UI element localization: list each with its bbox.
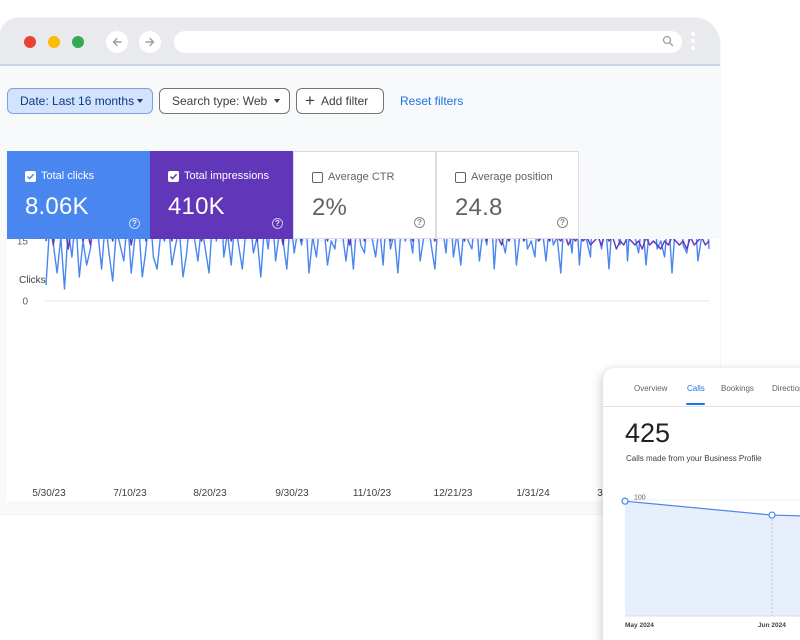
x-tick-label: 12/21/23 [434,488,473,499]
x-tick-label: 7/10/23 [113,488,147,499]
chevron-down-icon [137,99,143,103]
y-tick-label: 100 [634,495,646,502]
search-icon[interactable] [662,35,674,47]
date-filter-label: Date: Last 16 months [20,94,135,108]
tab-calls[interactable]: Calls [687,384,705,393]
maximize-window-dot[interactable] [72,36,84,48]
date-filter-chip[interactable]: Date: Last 16 months [7,88,153,114]
search-type-label: Search type: Web [172,94,268,108]
metric-label: Average position [471,171,553,183]
data-point[interactable] [621,497,629,505]
help-icon[interactable]: ? [557,217,568,228]
forward-button[interactable] [139,31,161,53]
metric-label: Total clicks [41,170,95,182]
checkbox-unchecked-icon[interactable] [455,172,466,183]
x-tick-label: 9/30/23 [275,488,309,499]
browser-menu-icon[interactable] [690,30,696,54]
arrow-left-icon [112,37,122,47]
plus-icon: + [305,91,315,110]
address-bar[interactable] [174,31,682,53]
metric-label: Average CTR [328,171,395,183]
calls-chart[interactable]: 100755025 May 2024Jun 2024 [603,490,800,640]
add-filter-label: Add filter [320,94,369,108]
chevron-down-icon [274,99,280,103]
metric-card-average-position[interactable]: Average position 24.8 ? [436,151,579,239]
metric-value: 24.8 [455,194,503,221]
reset-filters-link[interactable]: Reset filters [400,94,463,108]
tab-directions[interactable]: Directions [772,384,800,393]
checkbox-checked-icon[interactable] [25,171,36,182]
tabs-divider [603,406,800,407]
x-tick-label: 8/20/23 [193,488,227,499]
tab-bookings[interactable]: Bookings [721,384,754,393]
metric-value: 8.06K [25,193,89,220]
metric-value: 2% [312,194,348,221]
metric-label: Total impressions [184,170,269,182]
minimize-window-dot[interactable] [48,36,60,48]
metric-value: 410K [168,193,225,220]
checkbox-checked-icon[interactable] [168,171,179,182]
calls-subtitle: Calls made from your Business Profile [626,454,762,463]
checkbox-unchecked-icon[interactable] [312,172,323,183]
business-profile-card: Overview Calls Bookings Directions 425 C… [603,368,800,640]
help-icon[interactable]: ? [272,218,283,229]
metric-card-total-clicks[interactable]: Total clicks 8.06K ? [7,151,150,239]
y-tick-label: 15 [17,239,29,248]
browser-titlebar [0,18,720,64]
back-button[interactable] [106,31,128,53]
calls-area-fill [625,501,800,616]
y-tick-label: 0 [22,297,28,308]
x-tick-label: 11/10/23 [353,488,392,499]
help-icon[interactable]: ? [414,217,425,228]
y-axis-label: Clicks [19,275,46,286]
x-tick-label: 5/30/23 [32,488,66,499]
x-tick-label: May 2024 [625,622,654,629]
close-window-dot[interactable] [24,36,36,48]
business-profile-tabs: Overview Calls Bookings Directions [603,384,800,406]
add-filter-button[interactable]: + Add filter [296,88,384,114]
help-icon[interactable]: ? [129,218,140,229]
metric-card-total-impressions[interactable]: Total impressions 410K ? [150,151,293,239]
x-tick-label: Jun 2024 [758,622,786,629]
search-type-chip[interactable]: Search type: Web [159,88,290,114]
header-divider [0,64,720,66]
calls-count: 425 [625,418,671,448]
arrow-right-icon [145,37,155,47]
tab-overview[interactable]: Overview [634,384,667,393]
active-tab-indicator [686,403,705,405]
x-tick-label: 1/31/24 [516,488,550,499]
data-point[interactable] [768,511,776,519]
clicks-series-line [45,168,710,290]
metric-card-average-ctr[interactable]: Average CTR 2% ? [293,151,436,239]
